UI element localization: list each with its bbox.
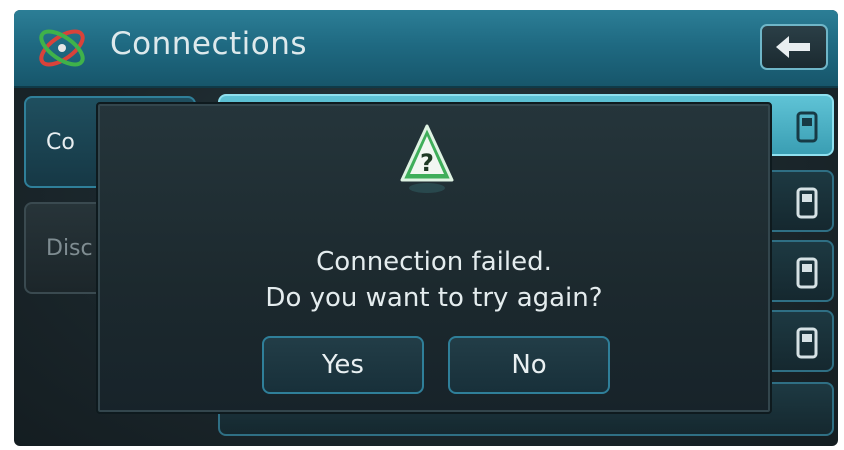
phone-icon [796, 327, 818, 359]
warning-question-icon: ? [400, 124, 454, 193]
back-button[interactable] [760, 24, 828, 70]
svg-text:?: ? [420, 149, 434, 177]
yes-button[interactable]: Yes [262, 336, 424, 394]
phone-icon [796, 187, 818, 219]
phone-icon [796, 111, 818, 143]
back-arrow-icon [776, 36, 810, 58]
phone-icon [796, 257, 818, 289]
page-title: Connections [110, 26, 308, 62]
connection-failed-dialog: ? Connection failed. Do you want to try … [96, 102, 772, 414]
connections-logo-icon [39, 29, 85, 67]
connections-screen: Connections Co Disc ? Connection failed.… [14, 10, 838, 446]
no-button[interactable]: No [448, 336, 610, 394]
dialog-message-line2: Do you want to try again? [265, 283, 603, 313]
disconnect-label: Disc [46, 236, 93, 261]
dialog-message-line1: Connection failed. [316, 247, 552, 277]
header-bar: Connections [14, 10, 838, 88]
connect-label: Co [46, 130, 75, 155]
